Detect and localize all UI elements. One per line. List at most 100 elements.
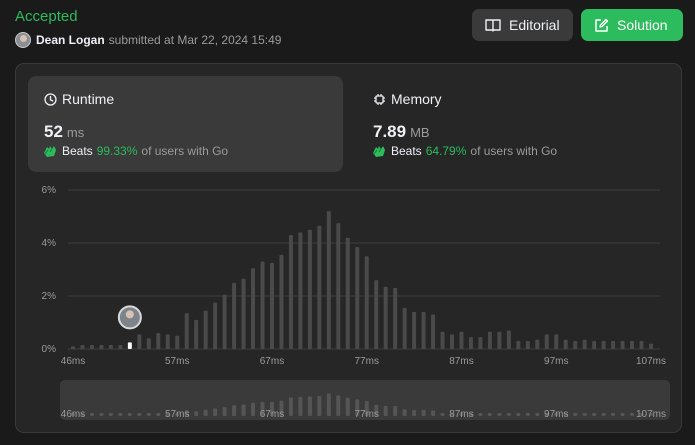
bar[interactable] (450, 334, 455, 349)
avatar-face (125, 310, 134, 319)
overview-bar (592, 413, 597, 416)
bar[interactable] (402, 307, 407, 349)
bar[interactable] (89, 345, 94, 349)
bar[interactable] (431, 314, 436, 349)
overview-x-tick-label: 107ms (636, 409, 666, 420)
bar[interactable] (611, 341, 616, 349)
overview-bar (108, 413, 113, 416)
bar[interactable] (269, 262, 274, 349)
bar[interactable] (251, 268, 256, 349)
bar[interactable] (222, 294, 227, 349)
overview-bar (431, 410, 436, 416)
performance-panel: Runtime 52 ms Beats 99.33% of users with … (15, 63, 682, 433)
bar[interactable] (288, 235, 293, 349)
bar[interactable] (298, 232, 303, 349)
overview-bar (336, 395, 341, 416)
overview-bar (535, 413, 540, 416)
bar[interactable] (165, 334, 170, 349)
bar[interactable] (317, 225, 322, 349)
bar[interactable] (345, 237, 350, 349)
bar[interactable] (213, 302, 218, 349)
bar[interactable] (108, 345, 113, 349)
bar[interactable] (80, 345, 85, 349)
overview-x-tick-label: 57ms (165, 409, 189, 420)
bar[interactable] (639, 341, 644, 349)
overview-bar (383, 405, 388, 416)
x-tick-label: 107ms (636, 356, 666, 367)
bar[interactable] (459, 331, 464, 349)
overview-bar (156, 413, 161, 416)
bar[interactable] (374, 280, 379, 349)
overview-bar (525, 413, 530, 416)
bar[interactable] (412, 311, 417, 349)
bar[interactable] (137, 334, 142, 349)
editorial-button[interactable]: Editorial (472, 9, 573, 41)
y-tick-label: 6% (42, 185, 57, 196)
overview-bar (326, 393, 331, 416)
bar[interactable] (241, 278, 246, 349)
x-tick-label: 97ms (544, 356, 568, 367)
bar[interactable] (468, 337, 473, 349)
bar[interactable] (383, 286, 388, 349)
bar[interactable] (554, 334, 559, 349)
submitted-at: submitted at Mar 22, 2024 15:49 (108, 33, 282, 47)
bar[interactable] (175, 335, 180, 349)
overview-bar (630, 413, 635, 416)
bar[interactable] (203, 310, 208, 349)
bar[interactable] (497, 331, 502, 349)
overview-bar (421, 409, 426, 416)
bar[interactable] (146, 338, 151, 349)
overview-bar (307, 396, 312, 416)
bar[interactable] (307, 229, 312, 349)
bar[interactable] (573, 341, 578, 349)
overview-bar (99, 413, 104, 416)
current-bar[interactable] (127, 342, 132, 349)
bar[interactable] (506, 330, 511, 349)
bar[interactable] (478, 337, 483, 349)
bar[interactable] (184, 313, 189, 349)
overview-bar (137, 413, 142, 416)
y-tick-label: 4% (42, 238, 57, 249)
bar[interactable] (232, 282, 237, 349)
submission-status: Accepted (15, 8, 78, 25)
bar[interactable] (535, 339, 540, 349)
solution-button[interactable]: Solution (581, 9, 683, 41)
bar[interactable] (516, 341, 521, 349)
overview-bar (345, 397, 350, 416)
bar[interactable] (326, 211, 331, 349)
overview-bar (506, 412, 511, 416)
bar[interactable] (630, 341, 635, 349)
bar[interactable] (544, 334, 549, 349)
bar[interactable] (601, 341, 606, 349)
bar[interactable] (279, 254, 284, 349)
bar[interactable] (440, 331, 445, 349)
bar[interactable] (525, 341, 530, 349)
avatar[interactable] (15, 32, 31, 48)
overview-bar (89, 413, 94, 416)
bar[interactable] (487, 331, 492, 349)
bar[interactable] (156, 333, 161, 349)
overview-bar (497, 413, 502, 416)
bar[interactable] (194, 319, 199, 349)
book-icon (485, 19, 501, 32)
runtime-distribution-chart[interactable]: 6% 4% 2% 0% 46ms 57ms 67ms 77ms 87ms 97ms 107ms 46m… (16, 64, 683, 434)
overview-bar (194, 411, 199, 416)
bar[interactable] (336, 223, 341, 349)
bar[interactable] (393, 288, 398, 349)
bar[interactable] (563, 339, 568, 349)
bar[interactable] (421, 311, 426, 349)
bar[interactable] (582, 339, 587, 349)
user-name[interactable]: Dean Logan (36, 33, 105, 47)
bar[interactable] (355, 246, 360, 349)
overview-bar (611, 413, 616, 416)
bar[interactable] (364, 256, 369, 349)
submission-meta: Dean Logan submitted at Mar 22, 2024 15:… (15, 32, 281, 48)
overview-bar (241, 404, 246, 416)
bar[interactable] (71, 346, 75, 349)
bar[interactable] (620, 341, 625, 349)
bar[interactable] (649, 343, 653, 349)
bar[interactable] (592, 341, 597, 349)
bar[interactable] (260, 261, 265, 349)
bar[interactable] (99, 345, 104, 349)
bar[interactable] (118, 345, 123, 349)
